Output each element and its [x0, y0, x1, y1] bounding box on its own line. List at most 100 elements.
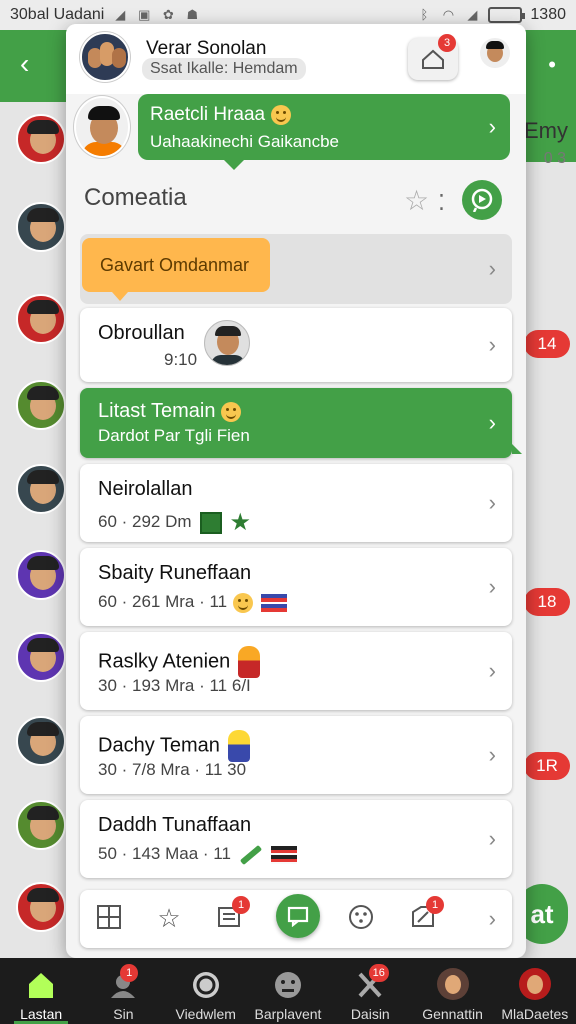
new-message-button[interactable]	[276, 894, 320, 938]
compose-button[interactable]	[462, 180, 502, 220]
list-item-title: Sbaity Runeffaan	[98, 562, 252, 584]
group-avatar[interactable]	[80, 32, 130, 82]
list-item[interactable]: Sbaity Runeffaan 60 · 261 Mra · 11 ›	[80, 548, 512, 626]
nav-badge: 16	[368, 964, 389, 982]
list-item-meta: 9:10	[164, 350, 198, 369]
notes-button[interactable]: 1	[214, 896, 250, 934]
bg-avatar[interactable]	[16, 882, 66, 932]
list-item-meta: 30 · 193 Mra · 11 6/I	[98, 676, 251, 695]
nav-label: Barplavent	[254, 1006, 322, 1022]
nav-item-viedwlem[interactable]: Viedwlem	[165, 958, 247, 1024]
bg-avatar[interactable]	[16, 114, 66, 164]
bg-avatar[interactable]	[16, 464, 66, 514]
list-item-title: Dachy Teman	[98, 734, 220, 757]
inbox-icon	[422, 49, 444, 69]
edit-button[interactable]: 1	[408, 896, 444, 934]
list-item[interactable]: Daddh Tunaffaan 50 · 143 Maa · 11 ›	[80, 800, 512, 878]
grid-button[interactable]	[94, 904, 124, 934]
bg-avatar[interactable]	[16, 294, 66, 344]
clock-time: 1380	[530, 6, 566, 23]
dialog-header: Verar Sonolan Ssat Ikalle: Hemdam 3	[66, 24, 526, 94]
edit-badge: 1	[426, 896, 444, 914]
face-icon	[274, 972, 301, 998]
dialog-title: Verar Sonolan	[146, 38, 267, 59]
user-avatar[interactable]	[480, 38, 510, 68]
chevron-right-icon: ›	[488, 742, 496, 767]
contact-avatar[interactable]	[74, 96, 130, 158]
dialog-toolbar: ☆ 1 1 ›	[80, 890, 512, 948]
smile-emoji-icon	[271, 104, 292, 125]
chevron-right-icon: ›	[488, 574, 496, 599]
star-icon: ★	[229, 509, 252, 536]
message-icon	[287, 906, 309, 927]
status-bar-left: 30bal Uadani ◢ ▣ ✿ ☗	[10, 6, 200, 24]
list-item-meta: 60 · 292 Dm	[98, 511, 192, 531]
character-sticker-icon	[227, 730, 250, 762]
bg-unread-badge: 14	[524, 330, 570, 358]
nav-label: Daisin	[350, 1006, 390, 1022]
list-item-meta: 50 · 143 Maa · 11	[98, 844, 231, 863]
character-sticker-icon	[238, 646, 261, 678]
nav-item-gennattin[interactable]: Gennattin	[411, 958, 493, 1024]
grid-icon	[97, 905, 121, 929]
pencil-icon	[239, 844, 263, 865]
compass-icon	[192, 972, 219, 998]
nav-item-lastan[interactable]: Lastan	[0, 958, 82, 1024]
chevron-right-icon: ›	[488, 826, 496, 851]
more-options-icon[interactable]: ⁚	[438, 190, 445, 216]
bg-avatar[interactable]	[16, 380, 66, 430]
more-dot-icon[interactable]: •	[548, 52, 556, 78]
bg-avatar[interactable]	[16, 632, 66, 682]
bg-avatar[interactable]	[16, 202, 66, 252]
bottom-navigation: Lastan 1 Sin Viedwlem Barplavent 16 Dais…	[0, 958, 576, 1024]
nav-label: Viedwlem	[175, 1006, 236, 1022]
bg-avatar[interactable]	[16, 716, 66, 766]
battery-icon	[488, 7, 526, 23]
list-item[interactable]: Dachy Teman 30 · 7/8 Mra · 11 30 ›	[80, 716, 512, 794]
pinned-message-bubble[interactable]: Raetcli Hraaa Uahaakinechi Gaikancbe ›	[138, 94, 510, 170]
bg-avatar[interactable]	[16, 550, 66, 600]
favorite-button[interactable]: ☆	[154, 904, 184, 934]
smile-emoji-icon	[233, 592, 254, 613]
star-icon[interactable]: ☆	[404, 184, 429, 217]
inbox-button[interactable]: 3	[408, 34, 458, 80]
profile-avatar	[436, 968, 469, 1000]
list-item-title: Daddh Tunaffaan	[98, 814, 252, 836]
pinned-message-text: Uahaakinechi Gaikancbe	[150, 132, 340, 151]
bg-right-subtitle: 0 3	[543, 150, 566, 167]
signal-strength-icon: ◢	[115, 7, 126, 22]
list-item[interactable]: Gavart Omdanmar ›	[80, 234, 512, 304]
emoji-button[interactable]	[346, 904, 376, 934]
list-item[interactable]: Litast Temain Dardot Par Tgli Fien ›	[80, 388, 522, 458]
list-item-title: Gavart Omdanmar	[82, 238, 270, 301]
back-arrow-icon[interactable]: ‹	[20, 48, 29, 80]
nav-item-barplavent[interactable]: Barplavent	[247, 958, 329, 1024]
chevron-right-icon[interactable]: ›	[489, 906, 496, 932]
android-icon: ☗	[186, 7, 199, 22]
chevron-right-icon: ›	[488, 256, 496, 281]
nav-item-daisin[interactable]: 16 Daisin	[329, 958, 411, 1024]
nav-item-mladaetes[interactable]: MlaDaetes	[494, 958, 576, 1024]
nav-label: Sin	[113, 1006, 134, 1022]
nav-item-sin[interactable]: 1 Sin	[82, 958, 164, 1024]
status-bar-right: ᛒ ◠ ◢ 1380	[416, 6, 566, 24]
chevron-right-icon: ›	[488, 410, 496, 435]
list-item-meta: Dardot Par Tgli Fien	[98, 426, 250, 445]
list-item-title: Neirolallan	[98, 478, 193, 500]
chevron-right-icon: ›	[488, 114, 496, 139]
list-item[interactable]: Obroullan 9:10 ›	[80, 308, 512, 382]
list-item[interactable]: Neirolallan 60 · 292 Dm ★ ›	[80, 464, 512, 542]
row-avatar	[204, 320, 250, 366]
image-icon: ▣	[138, 7, 151, 22]
nav-label: MlaDaetes	[501, 1006, 569, 1022]
list-item[interactable]: Raslky Atenien 30 · 193 Mra · 11 6/I ›	[80, 632, 512, 710]
chat-dialog: Verar Sonolan Ssat Ikalle: Hemdam 3 Raet…	[66, 24, 526, 958]
flag-icon	[270, 845, 297, 864]
bg-avatar[interactable]	[16, 800, 66, 850]
list-item-title: Obroullan	[98, 322, 185, 344]
notes-badge: 1	[232, 896, 250, 914]
compose-icon	[471, 188, 493, 212]
nav-badge: 1	[120, 964, 139, 982]
section-title: Comeatia	[84, 184, 187, 211]
palette-icon	[349, 905, 373, 929]
